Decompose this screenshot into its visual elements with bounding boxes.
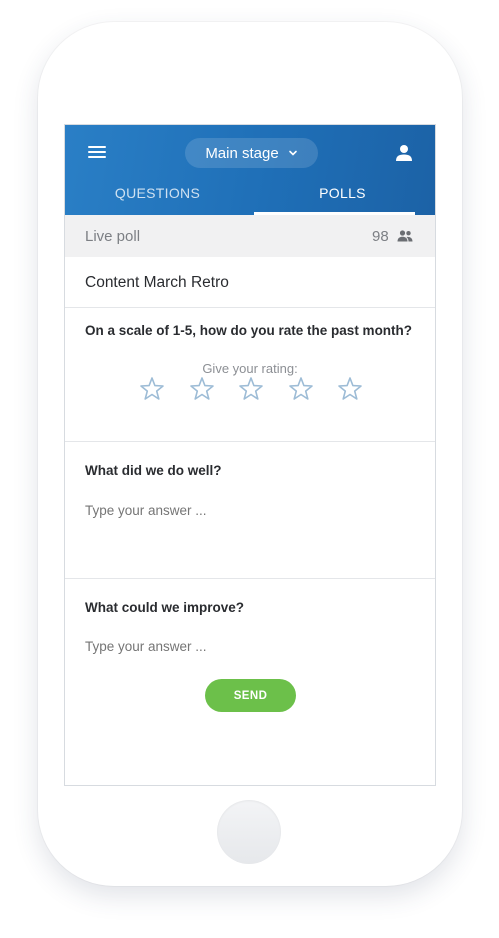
participant-count: 98 (372, 228, 389, 245)
people-icon (397, 230, 413, 242)
star-icon[interactable] (337, 376, 363, 402)
question-text: What could we improve? (85, 600, 245, 615)
answer-input-well[interactable] (85, 503, 405, 518)
tab-polls[interactable]: POLLS (250, 177, 435, 215)
tab-bar: QUESTIONS POLLS (65, 177, 435, 215)
question-text: On a scale of 1-5, how do you rate the p… (85, 323, 413, 338)
home-button[interactable] (217, 800, 281, 864)
user-icon[interactable] (395, 144, 413, 162)
stage-selector[interactable]: Main stage (185, 138, 318, 168)
answer-input-improve[interactable] (85, 639, 405, 654)
star-icon[interactable] (288, 376, 314, 402)
rating-question: On a scale of 1-5, how do you rate the p… (65, 307, 435, 442)
star-icon[interactable] (238, 376, 264, 402)
live-poll-bar: Live poll 98 (65, 215, 435, 257)
stage-label: Main stage (205, 144, 279, 162)
question-text: What did we do well? (85, 463, 222, 478)
poll-title-row: Content March Retro (65, 257, 435, 308)
text-question-improve: What could we improve? SEND (65, 578, 435, 785)
text-question-well: What did we do well? (65, 441, 435, 579)
star-icon[interactable] (189, 376, 215, 402)
chevron-down-icon (288, 150, 297, 156)
menu-icon[interactable] (88, 145, 108, 161)
app-screen: Main stage QUESTIONS POLLS Live poll 98 … (64, 124, 436, 786)
live-poll-label: Live poll (85, 228, 141, 245)
star-rating (139, 376, 369, 402)
star-icon[interactable] (139, 376, 165, 402)
rating-hint: Give your rating: (202, 361, 298, 376)
tab-questions[interactable]: QUESTIONS (65, 177, 250, 215)
poll-title: Content March Retro (85, 274, 229, 291)
send-button[interactable]: SEND (205, 679, 296, 712)
app-header: Main stage QUESTIONS POLLS (65, 125, 435, 215)
